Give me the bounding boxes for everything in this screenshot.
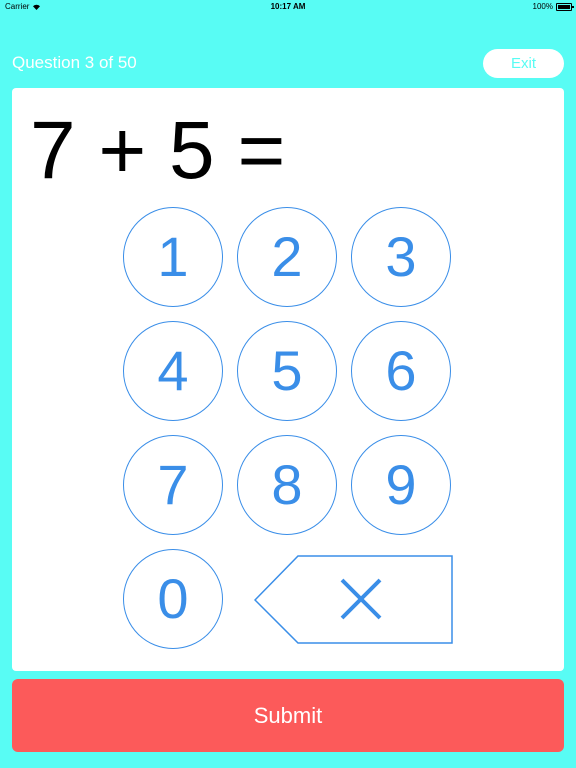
key-7[interactable]: 7 xyxy=(123,435,223,535)
question-card: 7 + 5 = 1 2 3 4 5 6 7 8 9 0 xyxy=(12,88,564,671)
exit-button[interactable]: Exit xyxy=(483,49,564,78)
status-bar: Carrier 10:17 AM 100% xyxy=(0,0,576,12)
key-8[interactable]: 8 xyxy=(237,435,337,535)
battery-icon xyxy=(556,2,574,11)
backspace-icon xyxy=(253,555,453,644)
submit-button[interactable]: Submit xyxy=(12,679,564,752)
key-0[interactable]: 0 xyxy=(123,549,223,649)
key-5[interactable]: 5 xyxy=(237,321,337,421)
key-6[interactable]: 6 xyxy=(351,321,451,421)
status-time: 10:17 AM xyxy=(270,2,306,11)
key-2[interactable]: 2 xyxy=(237,207,337,307)
key-9[interactable]: 9 xyxy=(351,435,451,535)
question-counter: Question 3 of 50 xyxy=(12,53,137,72)
key-4[interactable]: 4 xyxy=(123,321,223,421)
key-3[interactable]: 3 xyxy=(351,207,451,307)
delete-button[interactable] xyxy=(253,555,454,645)
battery-status: 100% xyxy=(532,2,574,11)
key-1[interactable]: 1 xyxy=(123,207,223,307)
battery-percent: 100% xyxy=(532,2,553,11)
equation-text: 7 + 5 = xyxy=(30,105,286,196)
